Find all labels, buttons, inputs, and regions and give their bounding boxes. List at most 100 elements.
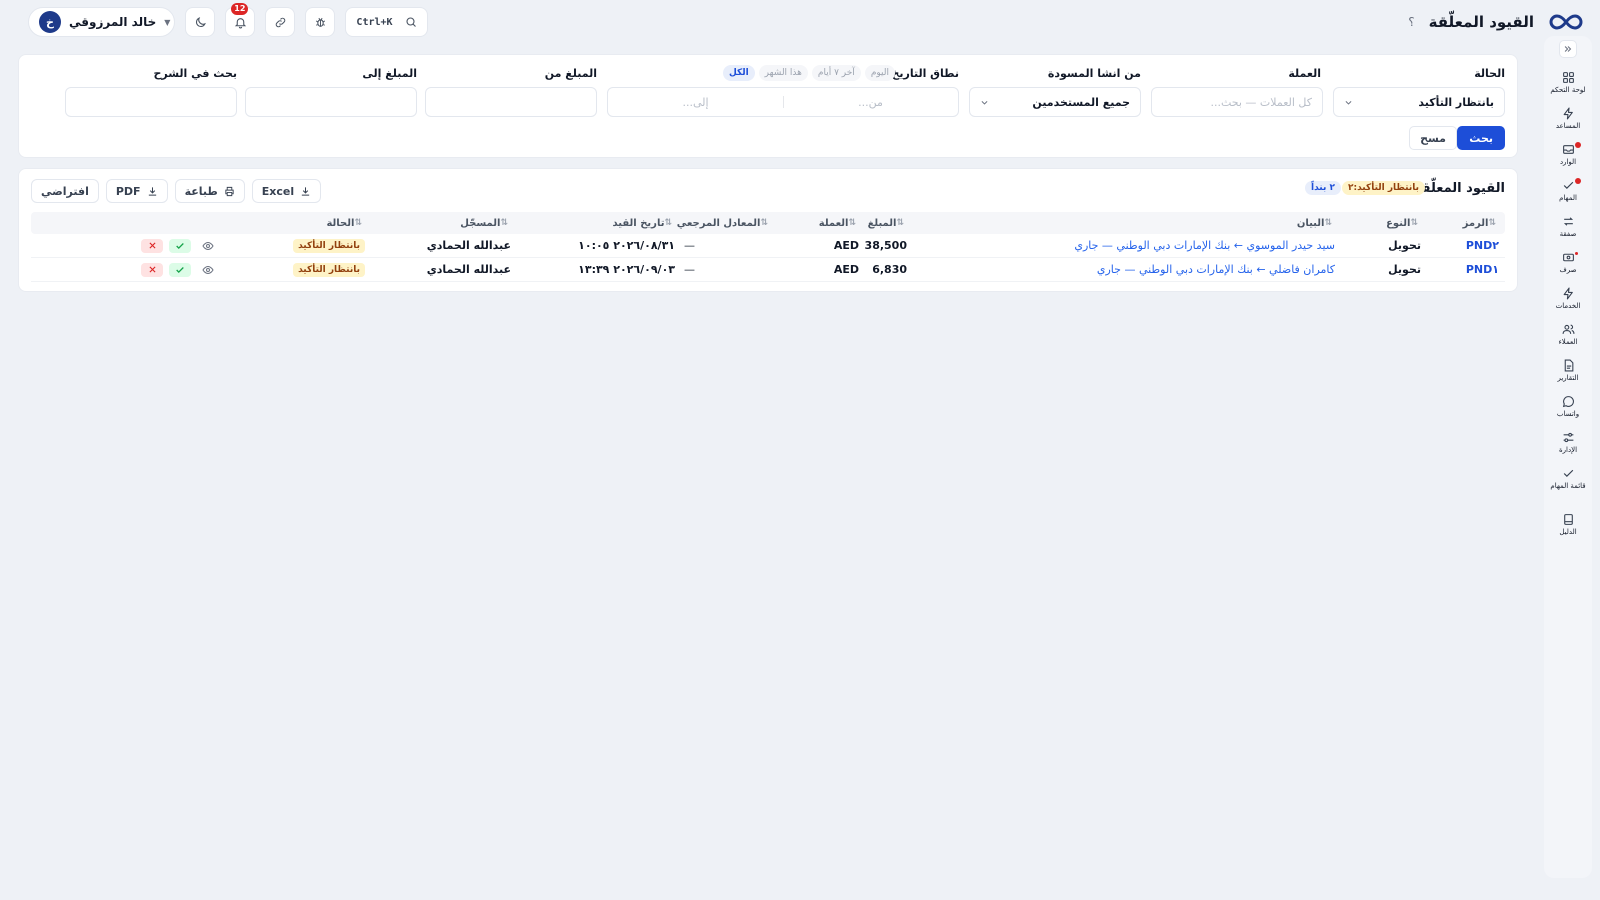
date-preset-7-days[interactable]: آخر ٧ أيام	[811, 65, 861, 81]
creator-select[interactable]: جميع المستخدمين	[969, 87, 1141, 117]
help-button[interactable]: ؟	[1408, 15, 1414, 29]
approve-button[interactable]	[169, 262, 191, 277]
collapse-sidebar-button[interactable]	[1559, 40, 1577, 58]
column-header-entry-date[interactable]: ⇅ تاريخ القيد	[613, 212, 676, 234]
entry-description-link[interactable]: سيد حيدر الموسوي ← بنك الإمارات دبي الوط…	[1074, 234, 1335, 257]
entry-date: ٢٠٢٦/٠٨/٣١ ١٠:٠٥	[578, 239, 675, 252]
sidebar-item-whatsapp[interactable]: واتساب	[1544, 388, 1592, 424]
date-from-input[interactable]: من...	[783, 88, 958, 116]
sort-icon: ⇅	[896, 218, 904, 228]
view-button[interactable]	[197, 239, 219, 253]
column-header-label: المسجّل	[460, 217, 501, 229]
sidebar-item-inbox[interactable]: الوارد	[1544, 136, 1592, 172]
command-search-button[interactable]: Ctrl+K	[345, 7, 428, 37]
column-header-recorder[interactable]: ⇅ المسجّل	[460, 212, 511, 234]
column-header-currency[interactable]: ⇅ العملة	[819, 212, 859, 234]
sidebar-item-customers[interactable]: العملاء	[1544, 316, 1592, 352]
default-view-button[interactable]: افتراضي	[31, 179, 99, 203]
currency-search-input[interactable]: كل العملات — بحث...	[1151, 87, 1323, 117]
sort-icon: ⇅	[664, 218, 672, 228]
reject-button[interactable]	[141, 238, 163, 253]
date-preset-all[interactable]: الكل	[722, 65, 755, 81]
status-select[interactable]: بانتظار التأكيد	[1333, 87, 1505, 117]
entry-ref-equiv: —	[684, 263, 695, 276]
export-pdf-button[interactable]: PDF	[105, 179, 168, 203]
column-header-label: الرمز	[1462, 217, 1489, 229]
column-header-status[interactable]: ⇅ الحالة	[326, 212, 365, 234]
sidebar-item-label: صرف	[1559, 265, 1577, 274]
column-header-label: المعادل المرجعي	[676, 217, 761, 229]
table-row[interactable]: PND١ تحويل كامران فاضلي ← بنك الإمارات د…	[31, 258, 1505, 282]
sidebar-item-label: صفقة	[1559, 229, 1577, 238]
print-button[interactable]: طباعة	[174, 179, 245, 203]
entry-description-link[interactable]: كامران فاضلي ← بنك الإمارات دبي الوطني —…	[1097, 258, 1335, 281]
row-actions	[141, 258, 219, 281]
page-title: القيود المعلّقة	[1428, 13, 1534, 31]
header-title-group: القيود المعلّقة ؟	[1408, 11, 1584, 33]
date-to-input[interactable]: إلى...	[608, 88, 783, 116]
sidebar-item-label: واتساب	[1556, 409, 1580, 418]
link-button[interactable]	[265, 7, 296, 37]
pending-count-badge: بانتظار التأكيد:٢	[1342, 181, 1425, 195]
user-menu[interactable]: ▼ خالد المرزوقي خ	[28, 7, 176, 37]
column-header-code[interactable]: ⇅ الرمز	[1463, 212, 1499, 234]
sidebar-item-exchange[interactable]: صرف	[1544, 244, 1592, 280]
currency-filter-label: العملة	[1288, 67, 1321, 80]
entry-code-link[interactable]: PND٢	[1466, 234, 1499, 257]
date-from-placeholder: من...	[858, 95, 883, 109]
link-icon	[274, 16, 287, 29]
sidebar-item-dashboard[interactable]: لوحة التحكم	[1544, 64, 1592, 100]
infinity-logo-icon[interactable]	[1548, 11, 1584, 33]
date-range-label: نطاق التاريخ	[891, 67, 959, 80]
sidebar-item-tasks[interactable]: المهام	[1544, 172, 1592, 208]
column-header-label: النوع	[1386, 217, 1411, 229]
date-range-divider	[783, 96, 784, 108]
date-preset-this-month[interactable]: هذا الشهر	[758, 65, 808, 81]
column-header-description[interactable]: ⇅ البيان	[1297, 212, 1335, 234]
sidebar-item-assistant[interactable]: المساعد	[1544, 100, 1592, 136]
date-preset-today[interactable]: اليوم	[864, 65, 895, 81]
search-button[interactable]: بحث	[1457, 126, 1505, 150]
status-select-value: بانتظار التأكيد	[1418, 95, 1494, 109]
sidebar-item-task-list[interactable]: قائمة المهام	[1544, 460, 1592, 496]
amount-from-input[interactable]	[425, 87, 597, 117]
clear-button[interactable]: مسح	[1409, 126, 1457, 150]
chevron-down-icon	[1344, 98, 1353, 107]
column-header-ref-equiv[interactable]: ⇅ المعادل المرجعي	[677, 212, 771, 234]
search-shortcut: Ctrl+K	[356, 16, 393, 28]
sliders-icon	[1562, 431, 1575, 444]
results-panel: القيود المعلّقة بانتظار التأكيد:٢ ٢ بندا…	[18, 168, 1518, 292]
reject-button[interactable]	[141, 262, 163, 277]
download-icon	[300, 186, 311, 197]
unread-dot	[1575, 252, 1578, 255]
items-count-badge: ٢ بنداً	[1305, 181, 1341, 195]
results-title: القيود المعلّقة	[1413, 181, 1505, 196]
sidebar-item-guide[interactable]: الدليل	[1544, 506, 1592, 542]
sidebar-item-label: العملاء	[1558, 337, 1578, 346]
table-row[interactable]: PND٢ تحويل سيد حيدر الموسوي ← بنك الإمار…	[31, 234, 1505, 258]
status-badge: بانتظار التأكيد	[293, 238, 365, 253]
description-search-input[interactable]	[65, 87, 237, 117]
debug-button[interactable]	[305, 7, 336, 37]
top-bar: القيود المعلّقة ؟ ▼ خالد المرزوقي خ 12 C…	[0, 0, 1600, 44]
theme-toggle-button[interactable]	[185, 7, 216, 37]
export-excel-button[interactable]: Excel	[251, 179, 322, 203]
amount-to-input[interactable]	[245, 87, 417, 117]
sidebar-item-services[interactable]: الخدمات	[1544, 280, 1592, 316]
column-header-type[interactable]: ⇅ النوع	[1386, 212, 1421, 234]
entry-ref-equiv: —	[684, 239, 695, 252]
default-view-label: افتراضي	[41, 184, 89, 198]
entry-recorder: عبدالله الحمادي	[426, 239, 511, 252]
approve-button[interactable]	[169, 238, 191, 253]
sidebar-item-deal[interactable]: صفقة	[1544, 208, 1592, 244]
entry-code-link[interactable]: PND١	[1466, 258, 1499, 281]
inbox-icon	[1562, 143, 1575, 156]
sidebar-item-reports[interactable]: التقارير	[1544, 352, 1592, 388]
sort-icon: ⇅	[1324, 218, 1332, 228]
sidebar-item-admin[interactable]: الإدارة	[1544, 424, 1592, 460]
view-button[interactable]	[197, 263, 219, 277]
column-header-amount[interactable]: ⇅ المبلغ	[868, 212, 907, 234]
sort-icon: ⇅	[500, 218, 508, 228]
date-to-placeholder: إلى...	[682, 95, 709, 109]
notifications-button[interactable]: 12	[225, 3, 256, 37]
